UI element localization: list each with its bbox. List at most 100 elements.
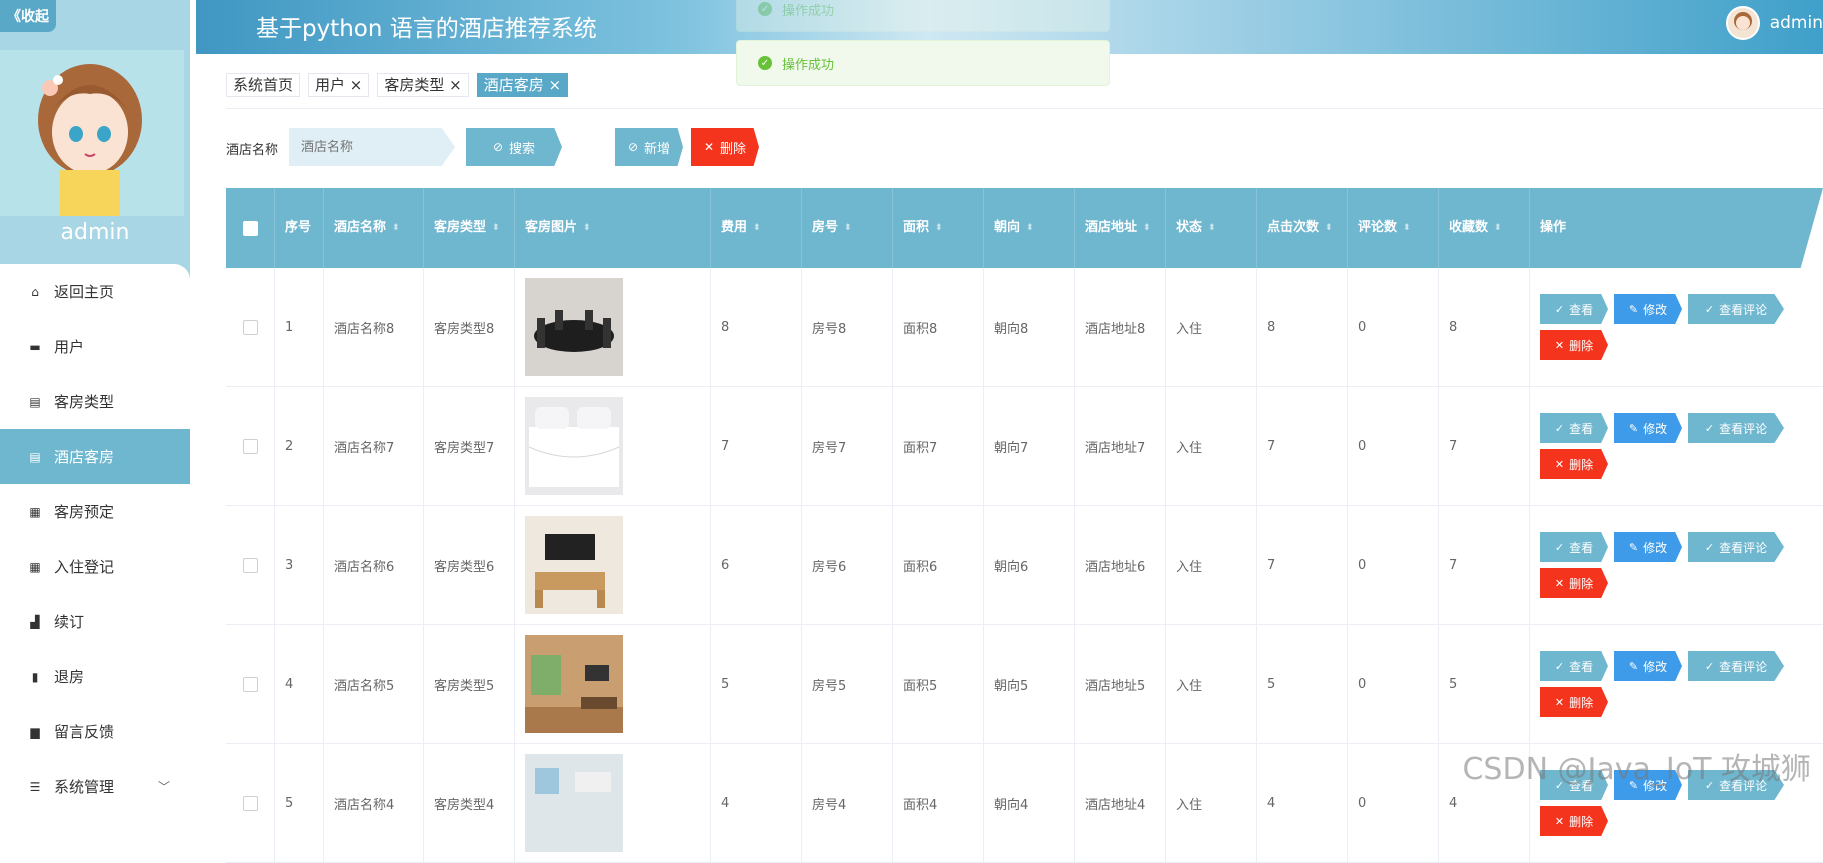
view-reviews-button[interactable]: ✓ 查看评论 (1688, 651, 1784, 681)
sidebar-item-users[interactable]: ▬ 用户 (0, 319, 190, 374)
cell-type: 客房类型8 (424, 268, 515, 386)
room-image[interactable] (515, 268, 711, 386)
room-image[interactable] (515, 506, 711, 624)
col-header[interactable]: 收藏数 ⬍ (1439, 188, 1530, 268)
col-header[interactable]: 状态 ⬍ (1166, 188, 1257, 268)
grid-icon: ▦ (29, 559, 41, 574)
batch-delete-button[interactable]: ✕ 删除 (691, 128, 759, 166)
avatar-illustration (0, 50, 184, 216)
room-image[interactable] (515, 625, 711, 743)
edit-icon: ✎ (1628, 302, 1639, 316)
sort-icon: ⬍ (392, 223, 400, 233)
cell-clicks: 7 (1257, 506, 1348, 624)
delete-button[interactable]: ✕ 删除 (1540, 687, 1608, 717)
tab-hotel-rooms[interactable]: 酒店客房 × (476, 73, 569, 97)
table-row: 1 酒店名称8 客房类型8 8 房号8 面积8 朝向8 酒店地址8 入住 8 0 8 ✓ 查看 ✎ 修改 … (226, 268, 1823, 387)
add-button[interactable]: ⊘ 新增 (615, 128, 683, 166)
cell-status: 入住 (1166, 744, 1257, 862)
cell-area: 面积7 (893, 387, 984, 505)
view-reviews-button[interactable]: ✓ 查看评论 (1688, 413, 1784, 443)
chevron-down-icon: ﹀ (157, 780, 170, 794)
cell-no: 1 (275, 268, 324, 386)
select-all-checkbox[interactable] (226, 188, 275, 268)
delete-button[interactable]: ✕ 删除 (1540, 806, 1608, 836)
cell-addr: 酒店地址6 (1075, 506, 1166, 624)
cell-type: 客房类型4 (424, 744, 515, 862)
stamp-icon: ▟ (30, 614, 40, 629)
table-row: 2 酒店名称7 客房类型7 7 房号7 面积7 朝向7 酒店地址7 入住 7 0 7 ✓ 查看 ✎ 修改 … (226, 387, 1823, 506)
col-header[interactable]: 酒店地址 ⬍ (1075, 188, 1166, 268)
delete-button[interactable]: ✕ 删除 (1540, 449, 1608, 479)
cell-hotel: 酒店名称7 (324, 387, 424, 505)
collapse-button[interactable]: 《收起 (0, 0, 56, 32)
check-icon: ✓ (1554, 302, 1565, 316)
tab-home[interactable]: 系统首页 (226, 73, 301, 97)
sidebar-item-label: 入住登记 (54, 558, 115, 576)
view-button[interactable]: ✓ 查看 (1540, 651, 1608, 681)
col-header[interactable]: 评论数 ⬍ (1348, 188, 1439, 268)
row-checkbox[interactable] (226, 625, 275, 743)
cell-room: 房号7 (802, 387, 893, 505)
row-checkbox[interactable] (226, 744, 275, 862)
avatar (1725, 6, 1760, 40)
delete-button[interactable]: ✕ 删除 (1540, 568, 1608, 598)
col-header[interactable]: 客房图片 ⬍ (515, 188, 711, 268)
sidebar-item-hotel-rooms[interactable]: ▤ 酒店客房 (0, 429, 190, 484)
delete-button[interactable]: ✕ 删除 (1540, 330, 1608, 360)
sidebar-item-home[interactable]: ⌂ 返回主页 (0, 264, 190, 319)
view-button[interactable]: ✓ 查看 (1540, 413, 1608, 443)
cell-fee: 4 (711, 744, 802, 862)
col-header[interactable]: 酒店名称 ⬍ (324, 188, 424, 268)
cell-fee: 7 (711, 387, 802, 505)
col-header[interactable]: 点击次数 ⬍ (1257, 188, 1348, 268)
tab-room-types[interactable]: 客房类型 × (377, 73, 469, 97)
col-header[interactable]: 面积 ⬍ (893, 188, 984, 268)
sidebar-item-room-booking[interactable]: ▦ 客房预定 (0, 484, 190, 539)
clipboard-icon: ▤ (29, 449, 41, 464)
header-user[interactable]: admin (1725, 6, 1823, 40)
sidebar-item-label: 退房 (54, 668, 85, 686)
sidebar-item-checkin[interactable]: ▦ 入住登记 (0, 539, 190, 594)
sidebar-item-checkout[interactable]: ▮ 退房 (0, 649, 190, 704)
cell-room: 房号4 (802, 744, 893, 862)
edit-button[interactable]: ✎ 修改 (1614, 294, 1682, 324)
success-toast: ✓ 操作成功 (736, 40, 1110, 86)
cell-hotel: 酒店名称4 (324, 744, 424, 862)
edit-button[interactable]: ✎ 修改 (1614, 532, 1682, 562)
cell-comments: 0 (1348, 625, 1439, 743)
cell-favs: 5 (1439, 625, 1530, 743)
view-reviews-button[interactable]: ✓ 查看评论 (1688, 532, 1784, 562)
room-image[interactable] (515, 387, 711, 505)
edit-button[interactable]: ✎ 修改 (1614, 651, 1682, 681)
sidebar-item-system[interactable]: ☰ 系统管理 ﹀ (0, 759, 190, 796)
check-icon: ✓ (1704, 540, 1715, 554)
col-header[interactable]: 朝向 ⬍ (984, 188, 1075, 268)
col-header[interactable]: 房号 ⬍ (802, 188, 893, 268)
row-checkbox[interactable] (226, 268, 275, 386)
sidebar-item-renew[interactable]: ▟ 续订 (0, 594, 190, 649)
table-row: 4 酒店名称5 客房类型5 5 房号5 面积5 朝向5 酒店地址5 入住 5 0 5 ✓ 查看 ✎ 修改 … (226, 625, 1823, 744)
cell-status: 入住 (1166, 625, 1257, 743)
row-checkbox[interactable] (226, 387, 275, 505)
hotel-name-search-input[interactable] (289, 128, 455, 166)
col-header[interactable]: 客房类型 ⬍ (424, 188, 515, 268)
col-header[interactable]: 费用 ⬍ (711, 188, 802, 268)
sidebar-item-feedback[interactable]: ▆ 留言反馈 (0, 704, 190, 759)
row-checkbox[interactable] (226, 506, 275, 624)
divider (226, 108, 1823, 109)
cell-comments: 0 (1348, 268, 1439, 386)
room-image[interactable] (515, 744, 711, 862)
view-reviews-button[interactable]: ✓ 查看评论 (1688, 294, 1784, 324)
view-button[interactable]: ✓ 查看 (1540, 294, 1608, 324)
sidebar-item-room-types[interactable]: ▤ 客房类型 (0, 374, 190, 429)
view-button[interactable]: ✓ 查看 (1540, 532, 1608, 562)
sidebar-item-label: 系统管理 (54, 778, 115, 796)
close-icon: ✕ (1554, 695, 1565, 709)
search-icon: ⊘ (492, 140, 504, 154)
edit-button[interactable]: ✎ 修改 (1614, 413, 1682, 443)
cell-no: 3 (275, 506, 324, 624)
app-title: 基于python 语言的酒店推荐系统 (256, 16, 597, 42)
search-button[interactable]: ⊘ 搜索 (466, 128, 562, 166)
sort-icon: ⬍ (1494, 223, 1502, 233)
tab-users[interactable]: 用户 × (308, 73, 370, 97)
